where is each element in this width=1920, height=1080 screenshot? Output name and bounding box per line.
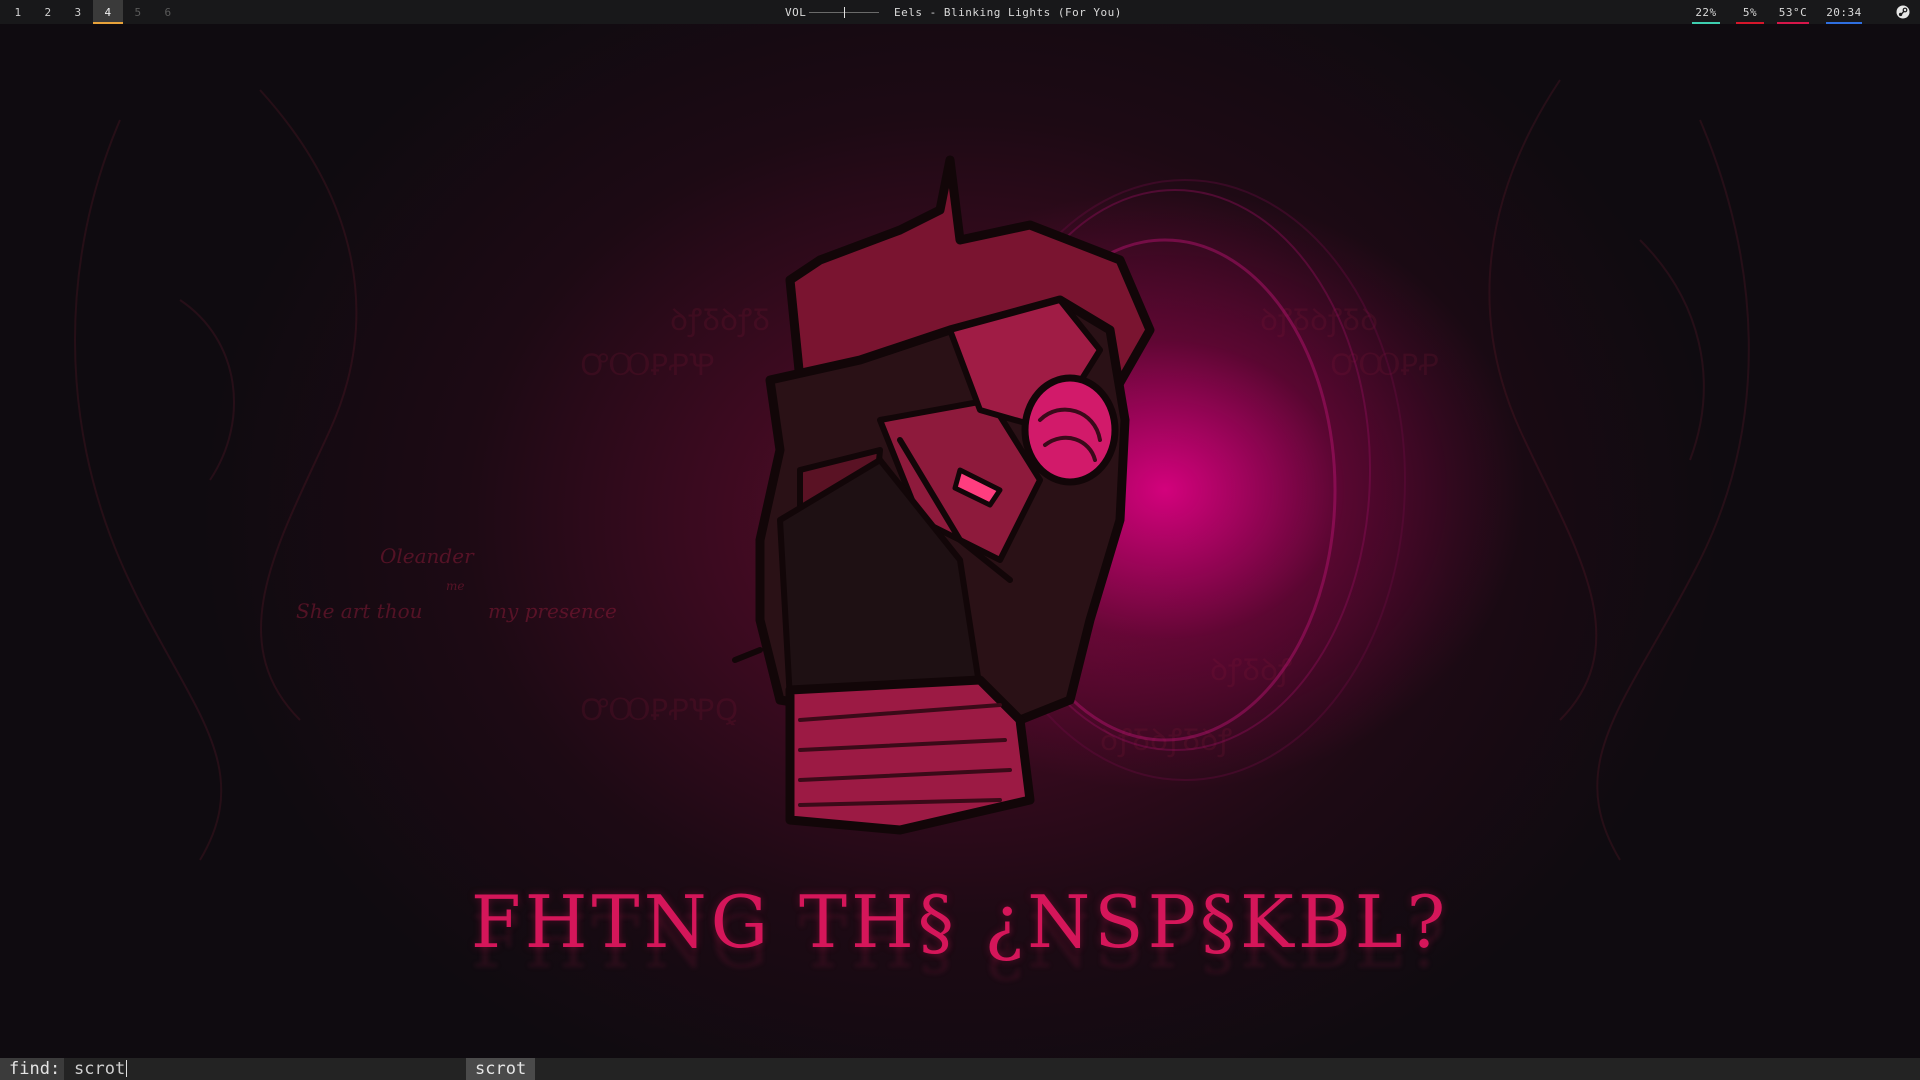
steam-icon[interactable] [1896,5,1910,19]
find-input[interactable]: scrot [64,1058,128,1080]
memory-usage-underline [1736,22,1764,24]
volume-slider-knob[interactable] [844,7,845,18]
script-text: me [446,579,464,593]
glyph-row: ꝌꝎꝐꝒꝔꝖ [580,693,738,728]
volume-label: VOL [785,6,807,19]
cpu-usage: 22% [1692,0,1720,24]
glyph-row: ꝺꝭꝽꝺꝭꝽꝺ [1260,303,1378,338]
temperature-underline [1777,22,1809,24]
find-label: find: [0,1058,64,1080]
top-bar: 1 2 3 4 5 6 VOL Eels - Blinking Lights (… [0,0,1920,24]
temperature: 53°C [1777,0,1809,24]
find-bar: find: scrot scrot [0,1058,1920,1080]
cpu-usage-value: 22% [1695,6,1717,19]
find-result-item[interactable]: scrot [466,1058,535,1080]
workspace-4[interactable]: 4 [93,0,123,24]
workspace-5[interactable]: 5 [123,0,153,24]
workspace-1[interactable]: 1 [3,0,33,24]
glyph-row: ꝺꝭꝽꝺꝭꝽ [670,303,770,338]
workspace-2[interactable]: 2 [33,0,63,24]
script-text: She art thou [296,599,423,623]
glyph-row: ꝺꝭꝽꝺꝭ [1210,653,1292,688]
poster-title: FHTNG TH§ ¿NSP§KBL? [470,880,1450,964]
script-text: my presence [488,599,617,623]
glyph-row: ꝌꝎꝐꝒꝔ [580,348,715,383]
workspace-3[interactable]: 3 [63,0,93,24]
wallpaper: ꝺꝭꝽꝺꝭꝽ ꝌꝎꝐꝒꝔ ꝺꝭꝽꝺꝭꝽꝺ ꝌꝎꝐꝒ ꝺꝭꝽꝺꝭ ꝌꝎꝐꝒꝔꝖ ꝺ… [0,0,1920,1080]
clock: 20:34 [1826,0,1862,24]
text-cursor [126,1060,128,1077]
memory-usage: 5% [1736,0,1764,24]
temperature-value: 53°C [1778,6,1808,19]
find-input-text: scrot [74,1059,126,1079]
head-illustration [732,155,1155,835]
clock-underline [1826,22,1862,24]
workspace-6[interactable]: 6 [153,0,183,24]
memory-usage-value: 5% [1742,6,1758,19]
clock-value: 20:34 [1826,6,1862,19]
cpu-usage-underline [1692,22,1720,24]
desktop: ꝺꝭꝽꝺꝭꝽ ꝌꝎꝐꝒꝔ ꝺꝭꝽꝺꝭꝽꝺ ꝌꝎꝐꝒ ꝺꝭꝽꝺꝭ ꝌꝎꝐꝒꝔꝖ ꝺ… [0,0,1920,1080]
now-playing: Eels - Blinking Lights (For You) [894,6,1122,19]
script-text: Oleander [380,544,475,568]
